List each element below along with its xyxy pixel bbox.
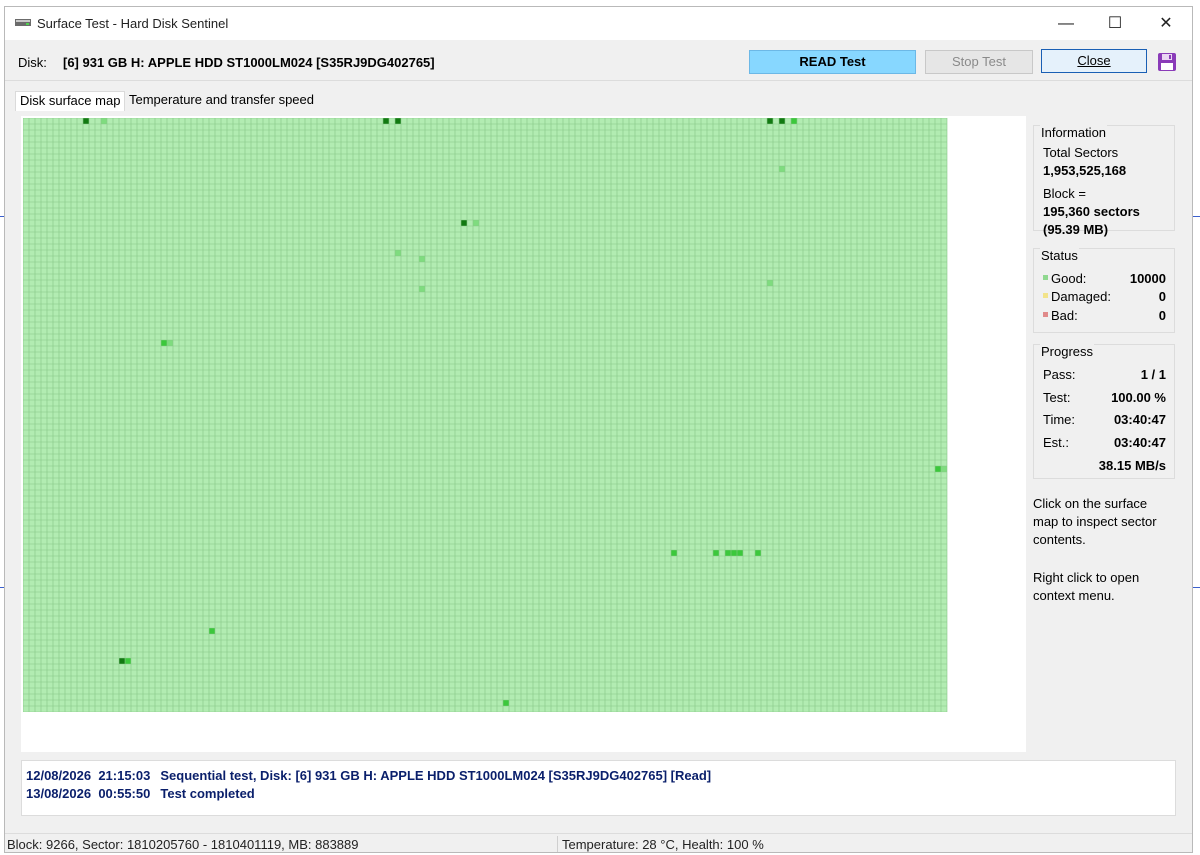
test-row: Test: 100.00 % xyxy=(1043,390,1166,406)
log-date: 13/08/2026 xyxy=(26,786,92,801)
surface-block xyxy=(755,550,761,556)
surface-block xyxy=(725,550,731,556)
status-title: Status xyxy=(1040,248,1079,263)
time-value: 03:40:47 xyxy=(1113,412,1166,427)
surface-block xyxy=(767,118,773,124)
bad-label: Bad: xyxy=(1051,308,1078,323)
damaged-color-swatch xyxy=(1043,293,1048,299)
disk-value: [6] 931 GB H: APPLE HDD ST1000LM024 [S35… xyxy=(63,55,435,70)
toolbar-divider xyxy=(5,80,1192,81)
block-mb-value: (95.39 MB) xyxy=(1043,222,1109,237)
surface-block xyxy=(383,118,389,124)
pass-row: Pass: 1 / 1 xyxy=(1043,367,1166,383)
surface-block xyxy=(395,250,401,256)
surface-block xyxy=(395,118,401,124)
est-value: 03:40:47 xyxy=(1113,435,1166,450)
disk-label: Disk: xyxy=(18,55,47,70)
log-message: Test completed xyxy=(160,786,255,801)
floppy-disk-icon[interactable] xyxy=(1157,52,1177,72)
log-message: Sequential test, Disk: [6] 931 GB H: APP… xyxy=(160,768,712,783)
est-label: Est.: xyxy=(1043,435,1070,450)
surface-block xyxy=(125,658,131,664)
title-bar: Surface Test - Hard Disk Sentinel — ☐ ✕ xyxy=(5,7,1192,40)
progress-title: Progress xyxy=(1040,344,1095,359)
surface-block xyxy=(503,700,509,706)
surface-block xyxy=(419,286,425,292)
progress-group: Progress Pass: 1 / 1 Test: 100.00 % Time… xyxy=(1033,344,1175,479)
total-sectors-label: Total Sectors xyxy=(1043,145,1119,160)
surface-block xyxy=(209,628,215,634)
time-label: Time: xyxy=(1043,412,1076,427)
block-info-text: Block: 9266, Sector: 1810205760 - 181040… xyxy=(7,837,359,852)
surface-block xyxy=(461,220,467,226)
pass-value: 1 / 1 xyxy=(1140,367,1166,382)
surface-block xyxy=(83,118,89,124)
hint-right-click-text: Right click to open context menu. xyxy=(1033,570,1140,603)
damaged-value: 0 xyxy=(1158,289,1166,304)
surface-block xyxy=(779,166,785,172)
bad-color-swatch xyxy=(1043,312,1048,318)
good-label: Good: xyxy=(1051,271,1087,286)
test-value: 100.00 % xyxy=(1111,390,1166,405)
surface-test-window: Surface Test - Hard Disk Sentinel — ☐ ✕ … xyxy=(4,6,1193,853)
est-row: Est.: 03:40:47 xyxy=(1043,435,1166,451)
app-disk-icon xyxy=(15,19,31,26)
surface-block xyxy=(779,118,785,124)
status-damaged-row: Damaged: 0 xyxy=(1043,289,1166,305)
good-color-swatch xyxy=(1043,275,1048,281)
surface-block xyxy=(935,466,941,472)
surface-block xyxy=(737,550,743,556)
window-title: Surface Test - Hard Disk Sentinel xyxy=(37,16,229,31)
surface-block xyxy=(671,550,677,556)
log-date: 12/08/2026 xyxy=(26,768,92,783)
surface-map-panel xyxy=(21,116,1026,752)
surface-block xyxy=(161,340,167,346)
hint-click-text: Click on the surface map to inspect sect… xyxy=(1033,496,1157,547)
log-time: 21:15:03 xyxy=(98,768,151,783)
damaged-label: Damaged: xyxy=(1051,289,1111,304)
stop-test-button[interactable]: Stop Test xyxy=(925,50,1033,74)
surface-block xyxy=(101,118,107,124)
status-separator xyxy=(557,836,558,852)
speed-row: 38.15 MB/s xyxy=(1043,458,1166,474)
log-time: 00:55:50 xyxy=(98,786,151,801)
surface-block xyxy=(767,280,773,286)
window-close-button[interactable]: ✕ xyxy=(1141,7,1191,40)
maximize-button[interactable]: ☐ xyxy=(1090,7,1140,40)
total-sectors-value: 1,953,525,168 xyxy=(1043,163,1127,178)
log-entry: 12/08/2026 21:15:03 Sequential test, Disk… xyxy=(26,768,711,783)
temperature-health-text: Temperature: 28 °C, Health: 100 % xyxy=(562,837,764,852)
log-entry: 13/08/2026 00:55:50 Test completed xyxy=(26,786,255,801)
block-sectors-value: 195,360 sectors xyxy=(1043,204,1140,219)
speed-value: 38.15 MB/s xyxy=(1098,458,1166,473)
minimize-button[interactable]: — xyxy=(1041,7,1091,40)
surface-block xyxy=(473,220,479,226)
surface-map[interactable] xyxy=(23,118,948,712)
surface-block xyxy=(941,466,947,472)
time-row: Time: 03:40:47 xyxy=(1043,412,1166,428)
status-bar: Block: 9266, Sector: 1810205760 - 181040… xyxy=(5,833,1192,854)
tab-temperature-transfer-speed[interactable]: Temperature and transfer speed xyxy=(125,91,318,111)
close-button[interactable]: Close xyxy=(1041,49,1147,73)
pass-label: Pass: xyxy=(1043,367,1076,382)
test-label: Test: xyxy=(1043,390,1071,405)
status-bad-row: Bad: 0 xyxy=(1043,308,1166,324)
information-group: Information Total Sectors 1,953,525,168 … xyxy=(1033,125,1175,237)
good-value: 10000 xyxy=(1129,271,1166,286)
surface-block xyxy=(419,256,425,262)
read-test-button[interactable]: READ Test xyxy=(749,50,916,74)
surface-block xyxy=(167,340,173,346)
surface-block xyxy=(119,658,125,664)
information-title: Information xyxy=(1040,125,1108,140)
tab-disk-surface-map[interactable]: Disk surface map xyxy=(15,91,126,111)
block-label: Block = xyxy=(1043,186,1086,201)
log-panel: 12/08/2026 21:15:03 Sequential test, Disk… xyxy=(21,760,1176,816)
bad-value: 0 xyxy=(1158,308,1166,323)
surface-block xyxy=(731,550,737,556)
status-good-row: Good: 10000 xyxy=(1043,271,1166,287)
status-group: Status Good: 10000 Damaged: 0 Bad: 0 xyxy=(1033,248,1175,333)
surface-block xyxy=(713,550,719,556)
surface-block xyxy=(791,118,797,124)
